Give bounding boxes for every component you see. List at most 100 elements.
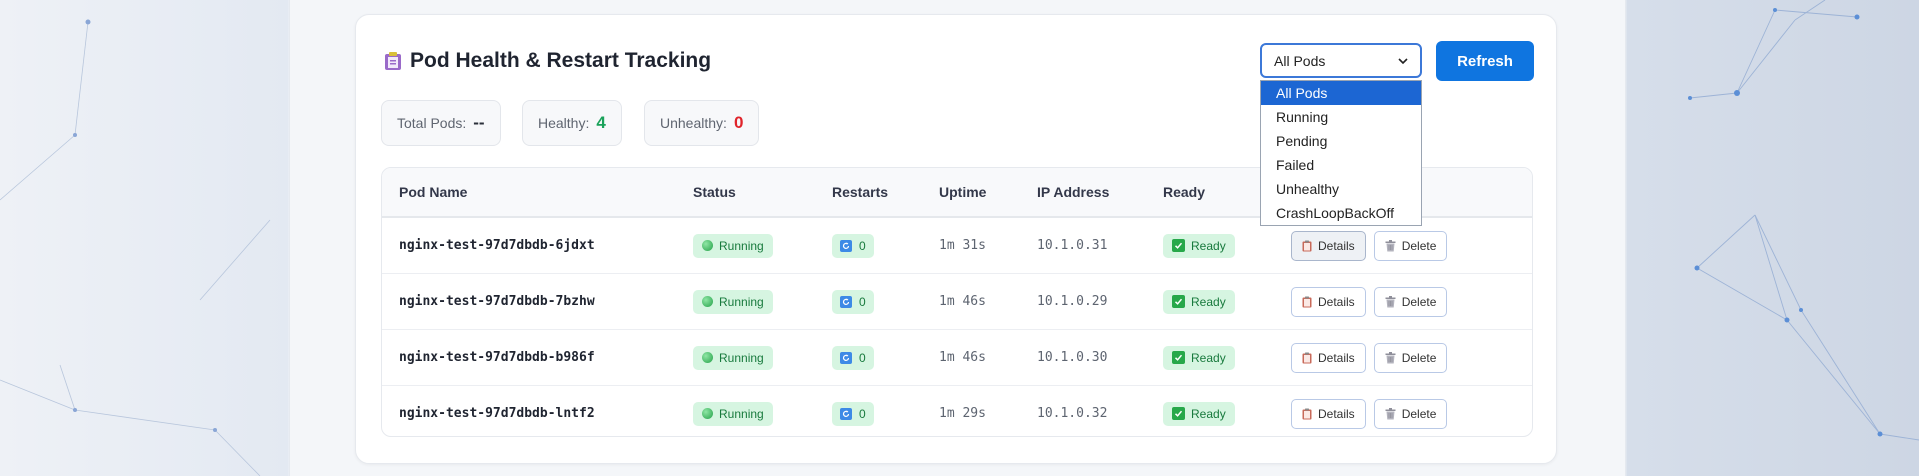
total-pods-stat: Total Pods: -- <box>381 100 501 146</box>
delete-label: Delete <box>1401 238 1437 253</box>
table-row: nginx-test-97d7dbdb-7bzhw Running 0 1m 4… <box>382 274 1532 330</box>
restart-icon <box>840 239 852 252</box>
uptime-value: 1m 46s <box>939 350 986 365</box>
status-text: Running <box>719 406 764 421</box>
ready-text: Ready <box>1191 238 1226 253</box>
pod-filter-select[interactable]: All Pods <box>1260 43 1422 78</box>
delete-button[interactable]: Delete <box>1373 342 1448 373</box>
details-label: Details <box>1318 406 1355 421</box>
delete-button[interactable]: Delete <box>1373 398 1448 429</box>
status-dot-icon <box>702 296 713 307</box>
ready-badge: Ready <box>1163 401 1235 426</box>
network-pattern-left <box>0 19 271 476</box>
table-row: nginx-test-97d7dbdb-b986f Running 0 1m 4… <box>382 330 1532 386</box>
restart-icon <box>840 351 852 364</box>
ip-address-value: 10.1.0.30 <box>1037 350 1108 365</box>
filter-option-unhealthy[interactable]: Unhealthy <box>1261 177 1421 201</box>
ready-text: Ready <box>1191 294 1226 309</box>
filter-option-failed[interactable]: Failed <box>1261 153 1421 177</box>
header-ready: Ready <box>1163 184 1206 200</box>
details-label: Details <box>1318 350 1355 365</box>
chevron-down-icon <box>1398 57 1408 64</box>
trash-icon <box>1385 239 1396 251</box>
restart-count: 0 <box>859 238 866 253</box>
status-badge: Running <box>693 289 773 314</box>
delete-label: Delete <box>1401 406 1437 421</box>
status-text: Running <box>719 350 764 365</box>
pod-filter-value: All Pods <box>1274 52 1326 69</box>
total-pods-label: Total Pods: <box>397 115 467 131</box>
delete-label: Delete <box>1401 350 1437 365</box>
clipboard-icon <box>1302 296 1312 307</box>
ready-badge: Ready <box>1163 233 1235 258</box>
restarts-badge: 0 <box>832 345 874 370</box>
trash-icon <box>1385 351 1396 363</box>
delete-button[interactable]: Delete <box>1373 230 1448 261</box>
details-label: Details <box>1318 294 1355 309</box>
clipboard-icon <box>385 52 401 70</box>
table-row: nginx-test-97d7dbdb-6jdxt Running 0 1m 3… <box>382 218 1532 274</box>
ip-address-value: 10.1.0.29 <box>1037 294 1108 309</box>
checkmark-icon <box>1172 351 1185 364</box>
header-restarts: Restarts <box>832 184 889 200</box>
pod-name: nginx-test-97d7dbdb-b986f <box>399 350 595 365</box>
clipboard-icon <box>1302 408 1312 419</box>
clipboard-icon <box>1302 352 1312 363</box>
healthy-value: 4 <box>596 113 606 132</box>
delete-button[interactable]: Delete <box>1373 286 1448 317</box>
status-dot-icon <box>702 240 713 251</box>
filter-option-all-pods[interactable]: All Pods <box>1261 81 1421 105</box>
ready-text: Ready <box>1191 350 1226 365</box>
healthy-label: Healthy: <box>538 115 590 131</box>
filter-option-crashloopbackoff[interactable]: CrashLoopBackOff <box>1261 201 1421 225</box>
checkmark-icon <box>1172 295 1185 308</box>
healthy-stat: Healthy: 4 <box>522 100 622 146</box>
details-button[interactable]: Details <box>1291 230 1366 261</box>
network-pattern-right <box>1688 0 1919 441</box>
uptime-value: 1m 29s <box>939 406 986 421</box>
restart-icon <box>840 407 852 420</box>
delete-label: Delete <box>1401 294 1437 309</box>
header-uptime: Uptime <box>939 184 987 200</box>
trash-icon <box>1385 407 1396 419</box>
header-pod-name: Pod Name <box>399 184 468 200</box>
status-badge: Running <box>693 233 773 258</box>
pod-filter-dropdown: All Pods Running Pending Failed Unhealth… <box>1260 80 1422 226</box>
details-button[interactable]: Details <box>1291 398 1366 429</box>
table-body: nginx-test-97d7dbdb-6jdxt Running 0 1m 3… <box>382 218 1532 436</box>
pod-health-panel: Pod Health & Restart Tracking All Pods A… <box>355 14 1557 464</box>
unhealthy-value: 0 <box>733 113 744 132</box>
ready-badge: Ready <box>1163 289 1235 314</box>
checkmark-icon <box>1172 239 1185 252</box>
trash-icon <box>1385 295 1396 307</box>
header-ip-address: IP Address <box>1037 184 1110 200</box>
restart-count: 0 <box>859 350 866 365</box>
unhealthy-label: Unhealthy: <box>660 115 727 131</box>
pod-name: nginx-test-97d7dbdb-7bzhw <box>399 294 595 309</box>
checkmark-icon <box>1172 407 1185 420</box>
panel-title: Pod Health & Restart Tracking <box>410 49 712 72</box>
filter-option-pending[interactable]: Pending <box>1261 129 1421 153</box>
uptime-value: 1m 46s <box>939 294 986 309</box>
restart-icon <box>840 295 852 308</box>
unhealthy-stat: Unhealthy: 0 <box>644 100 760 146</box>
clipboard-icon <box>1302 240 1312 251</box>
pod-name: nginx-test-97d7dbdb-lntf2 <box>399 406 595 421</box>
status-badge: Running <box>693 401 773 426</box>
restart-count: 0 <box>859 406 866 421</box>
restarts-badge: 0 <box>832 289 874 314</box>
restart-count: 0 <box>859 294 866 309</box>
details-button[interactable]: Details <box>1291 342 1366 373</box>
status-badge: Running <box>693 345 773 370</box>
status-dot-icon <box>702 352 713 363</box>
ready-text: Ready <box>1191 406 1226 421</box>
header-status: Status <box>693 184 736 200</box>
ip-address-value: 10.1.0.31 <box>1037 238 1108 253</box>
panel-header: Pod Health & Restart Tracking <box>384 49 711 73</box>
details-button[interactable]: Details <box>1291 286 1366 317</box>
status-text: Running <box>719 238 764 253</box>
refresh-button[interactable]: Refresh <box>1436 41 1534 81</box>
restarts-badge: 0 <box>832 401 874 426</box>
filter-option-running[interactable]: Running <box>1261 105 1421 129</box>
details-label: Details <box>1318 238 1355 253</box>
